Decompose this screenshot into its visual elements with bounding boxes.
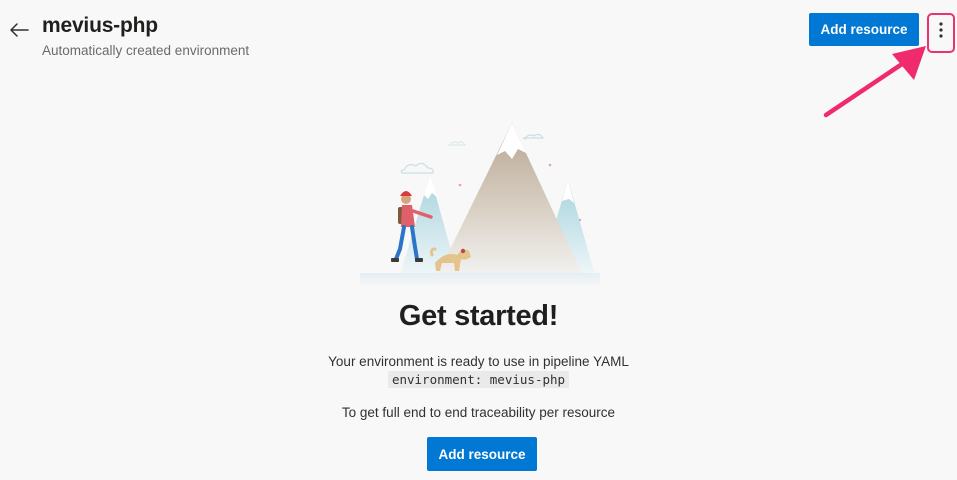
- more-actions-button[interactable]: [931, 17, 951, 43]
- page-title: mevius-php: [42, 14, 158, 37]
- annotation-arrow-icon: [823, 46, 926, 118]
- arrow-left-icon: [10, 23, 29, 37]
- add-resource-button[interactable]: Add resource: [427, 437, 537, 471]
- yaml-snippet: environment: mevius-php: [0, 371, 957, 389]
- environment-page: mevius-php Automatically created environ…: [0, 0, 957, 480]
- traceability-text: To get full end to end traceability per …: [341, 405, 616, 420]
- get-started-heading: Get started!: [398, 300, 559, 332]
- environment-ready-text: Your environment is ready to use in pipe…: [328, 354, 629, 369]
- yaml-snippet-code: environment: mevius-php: [387, 371, 570, 388]
- page-subtitle: Automatically created environment: [42, 43, 250, 58]
- more-actions-highlight: [927, 13, 955, 53]
- back-button[interactable]: [6, 18, 32, 42]
- more-vertical-icon: [939, 22, 943, 38]
- mountain-hiker-illustration: [360, 123, 600, 287]
